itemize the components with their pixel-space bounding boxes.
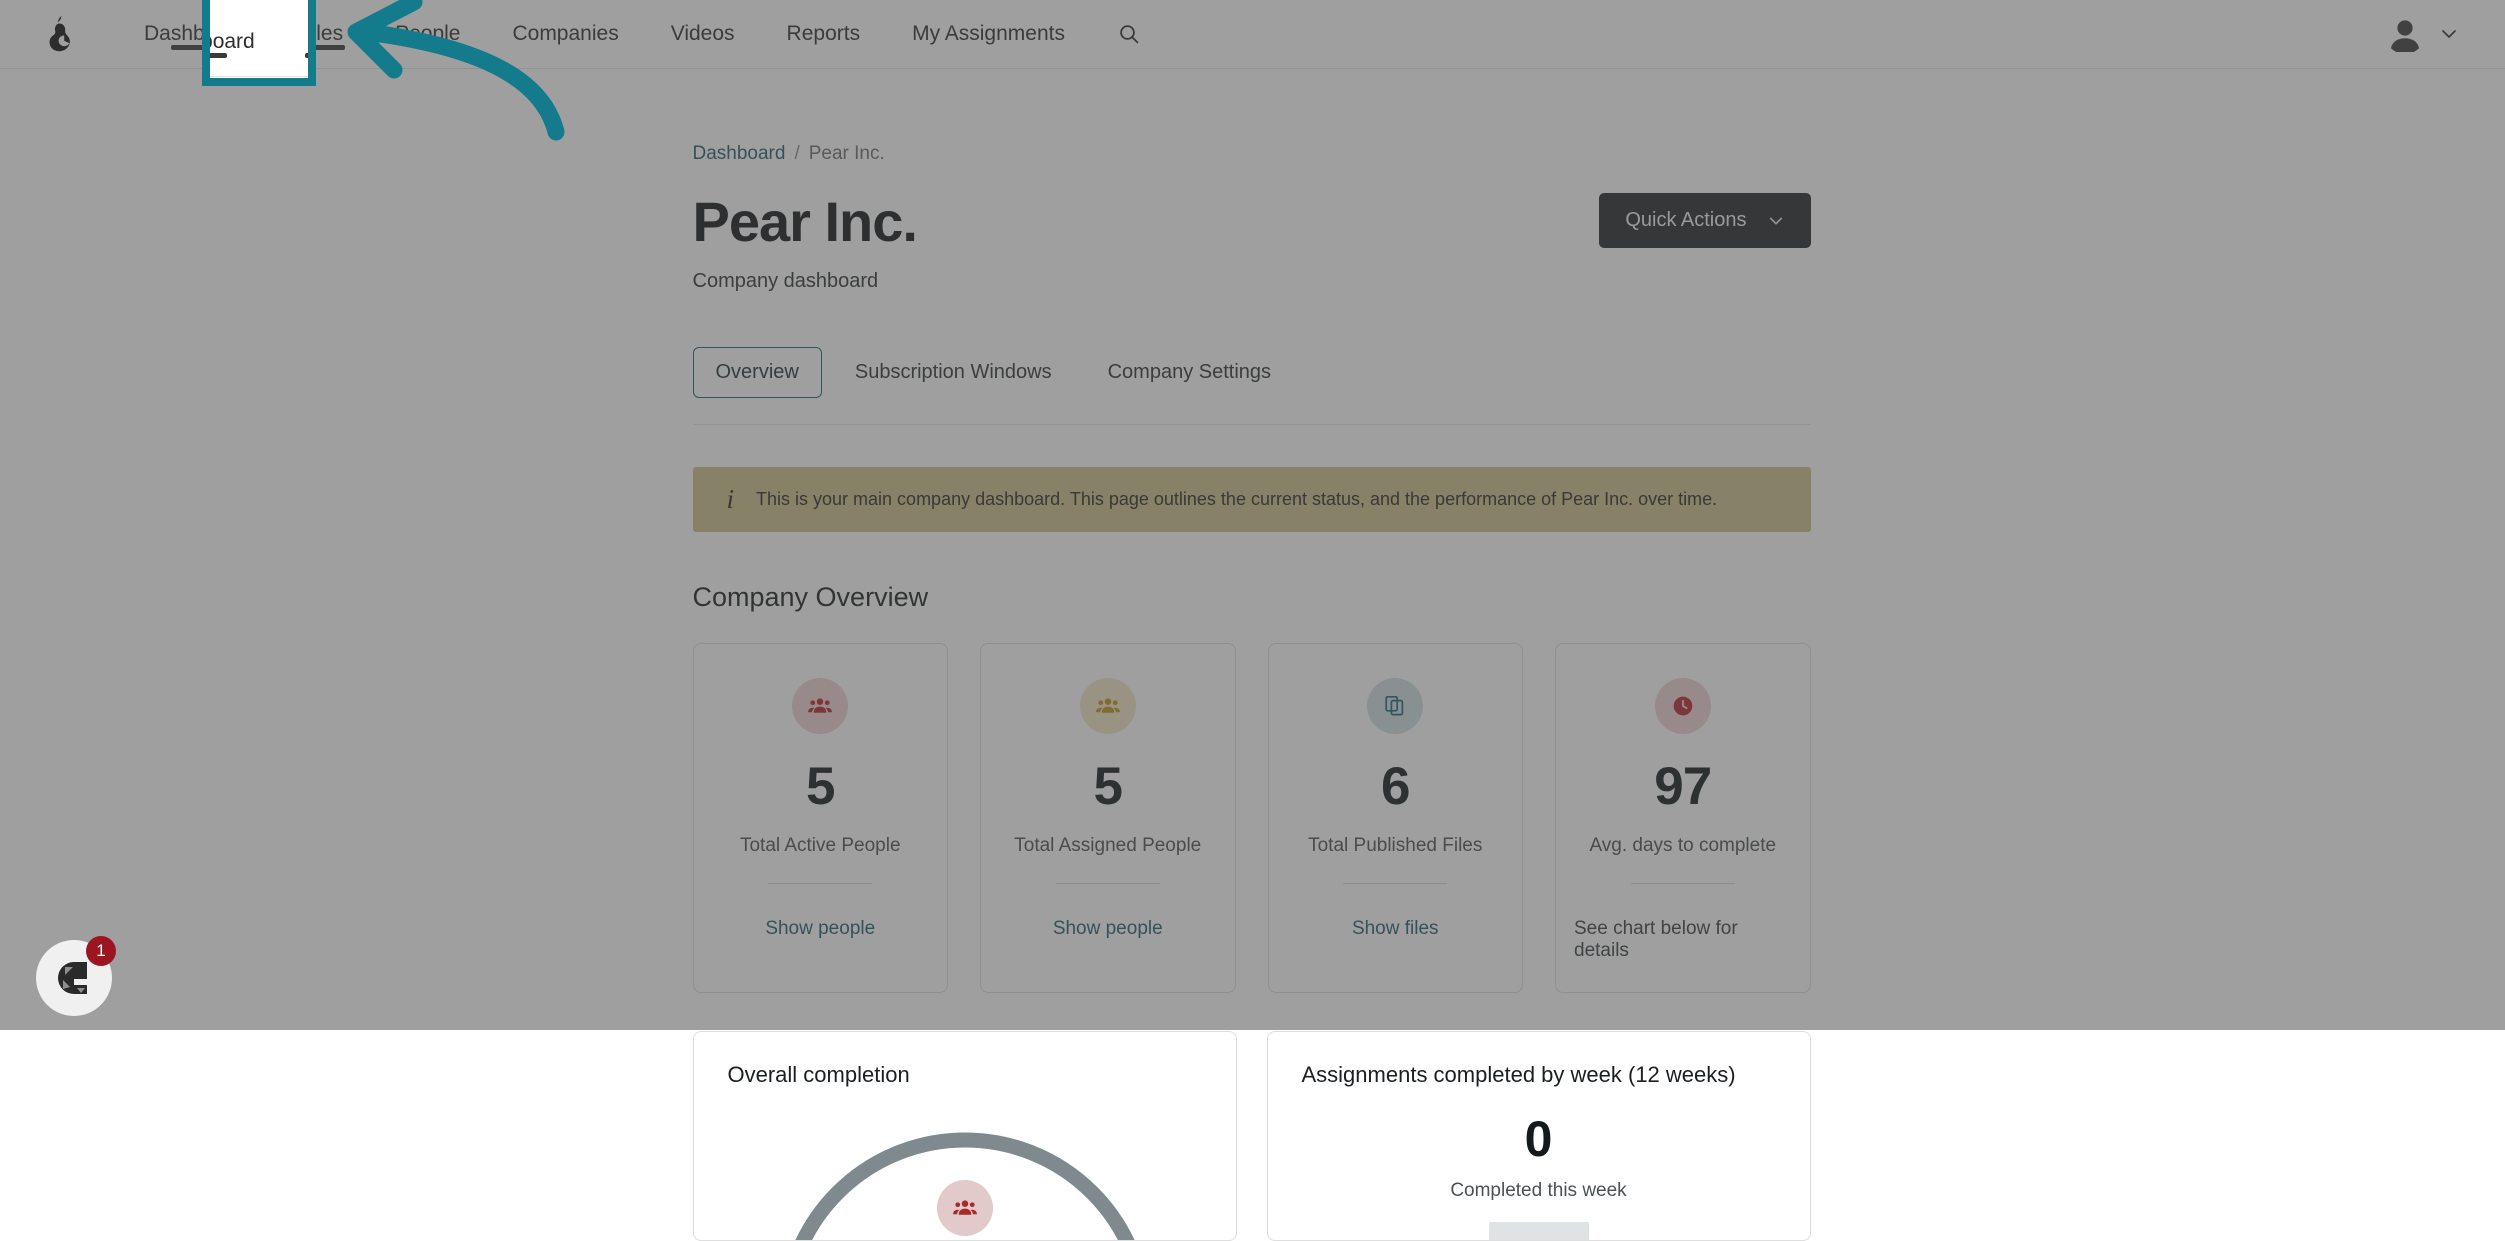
- search-button[interactable]: [1091, 0, 1167, 68]
- stat-card-total-active-people: 5 Total Active People Show people: [692, 642, 948, 993]
- nav-active-underline: [304, 53, 308, 58]
- nav-active-underline: [424, 45, 431, 50]
- clock-icon-glyph: [1673, 696, 1693, 716]
- overall-completion-gauge: [728, 1110, 1202, 1240]
- info-banner: i This is your main company dashboard. T…: [692, 466, 1811, 532]
- nav-item-label: Dashboard: [202, 30, 255, 53]
- nav-item-videos[interactable]: Videos: [645, 0, 761, 68]
- avatar[interactable]: [2385, 14, 2425, 54]
- stat-card-grid: 5 Total Active People Show people 5 Tota…: [692, 642, 1811, 993]
- page-header: Pear Inc. Company dashboard Quick Action…: [692, 190, 1811, 293]
- tab-bar: Overview Subscription Windows Company Se…: [692, 346, 1811, 398]
- stat-label: Avg. days to complete: [1589, 834, 1777, 856]
- breadcrumb: Dashboard / Pear Inc.: [693, 143, 1811, 165]
- spotlight-nav-copy: Dashboard Files: [202, 8, 308, 77]
- stat-value: 6: [1381, 756, 1411, 816]
- chat-launcher[interactable]: 1: [36, 936, 116, 1016]
- app-page: Dashboard Files People Companies Videos …: [0, 0, 2505, 1241]
- stat-label: Total Published Files: [1308, 834, 1483, 856]
- tab-label: Company Settings: [1107, 360, 1272, 383]
- nav-item-companies[interactable]: Companies: [486, 0, 644, 68]
- clock-icon: [1654, 677, 1711, 734]
- tab-bar-divider: [692, 423, 1811, 425]
- spotlight-nav-item-dashboard: Dashboard: [202, 8, 281, 76]
- chat-unread-badge: 1: [86, 936, 116, 966]
- spotlight-nav-items: Dashboard Files: [202, 8, 308, 76]
- stat-value: 5: [1093, 756, 1124, 816]
- stat-card-total-assigned-people: 5 Total Assigned People Show people: [980, 642, 1236, 993]
- breadcrumb-current: Pear Inc.: [808, 143, 885, 164]
- tab-overview[interactable]: Overview: [692, 346, 822, 398]
- nav-active-underline: [210, 53, 228, 58]
- info-banner-text: This is your main company dashboard. Thi…: [756, 488, 1718, 509]
- chart-panel-grid: Overall completion Assignments completed…: [692, 1030, 1811, 1241]
- section-title-company-overview: Company Overview: [692, 581, 929, 612]
- stat-value: 97: [1654, 756, 1712, 816]
- people-icon-glyph: [952, 1200, 977, 1215]
- stat-link-show-files[interactable]: Show files: [1352, 918, 1439, 940]
- nav-item-label: Videos: [670, 22, 735, 45]
- stat-value: 5: [806, 756, 836, 816]
- completed-this-week-stat: 0 Completed this week: [1302, 1110, 1776, 1240]
- tab-label: Subscription Windows: [854, 360, 1052, 383]
- stat-label: Total Active People: [739, 834, 901, 856]
- info-icon: i: [726, 483, 735, 514]
- nav-item-reports[interactable]: Reports: [761, 0, 887, 68]
- copy-files-icon: [1367, 677, 1424, 734]
- search-icon: [1120, 25, 1139, 44]
- nav-item-label: People: [395, 22, 461, 45]
- people-icon: [936, 1179, 993, 1236]
- logo-link[interactable]: [0, 0, 118, 68]
- page-title: Pear Inc.: [692, 190, 918, 253]
- tab-subscription-windows[interactable]: Subscription Windows: [832, 347, 1075, 398]
- user-avatar-icon: [2390, 20, 2420, 52]
- panel-title: Assignments completed by week (12 weeks): [1301, 1061, 1736, 1087]
- page-content: Dashboard / Pear Inc. Pear Inc. Company …: [692, 69, 1811, 1241]
- pear-logo-icon: [49, 16, 70, 52]
- chevron-down-icon[interactable]: [2439, 24, 2459, 44]
- stat-card-avg-days-to-complete: 97 Avg. days to complete See chart below…: [1555, 642, 1811, 993]
- nav-item-people[interactable]: People: [369, 0, 486, 68]
- breadcrumb-separator: /: [794, 143, 800, 164]
- stat-note-see-chart: See chart below for details: [1574, 917, 1738, 961]
- stat-divider: [1343, 882, 1448, 884]
- completed-this-week-value: 0: [1524, 1110, 1553, 1167]
- chevron-down-icon: [1769, 216, 1782, 225]
- page-subtitle: Company dashboard: [692, 269, 879, 292]
- account-area: [2385, 0, 2505, 68]
- coach-mark-highlight-files[interactable]: Dashboard Files: [202, 0, 316, 86]
- nav-item-label: Reports: [786, 22, 861, 45]
- spotlight-nav-item-files[interactable]: Files: [281, 8, 308, 76]
- stat-label: Total Assigned People: [1014, 834, 1202, 856]
- spotlight-content: Dashboard Files: [202, 8, 308, 77]
- panel-overall-completion: Overall completion: [692, 1030, 1237, 1241]
- people-icon: [1079, 677, 1136, 734]
- nav-item-label: Companies: [512, 22, 619, 45]
- quick-actions-button[interactable]: Quick Actions: [1599, 193, 1811, 248]
- tab-label: Overview: [715, 360, 799, 383]
- stat-link-show-people[interactable]: Show people: [765, 918, 875, 940]
- nav-item-my-assignments[interactable]: My Assignments: [886, 0, 1091, 68]
- people-icon-glyph: [1095, 698, 1120, 713]
- page-header-text: Pear Inc. Company dashboard: [692, 190, 918, 293]
- weekly-bar-chart: [1488, 1221, 1589, 1240]
- stat-divider: [768, 882, 873, 884]
- tab-company-settings[interactable]: Company Settings: [1085, 347, 1294, 398]
- people-icon-glyph: [808, 698, 833, 713]
- nav-item-label: My Assignments: [912, 22, 1065, 45]
- panel-assignments-by-week: Assignments completed by week (12 weeks)…: [1266, 1030, 1811, 1241]
- stat-link-show-people[interactable]: Show people: [1053, 918, 1163, 940]
- panel-title: Overall completion: [727, 1061, 910, 1087]
- stat-card-total-published-files: 6 Total Published Files Show files: [1267, 642, 1523, 993]
- nav-item-label: Files: [307, 30, 308, 54]
- stat-divider: [1055, 882, 1160, 884]
- top-navigation-bar: Dashboard Files People Companies Videos …: [0, 0, 2505, 69]
- quick-actions-label: Quick Actions: [1625, 209, 1747, 231]
- copy-files-icon-glyph: [1385, 695, 1404, 716]
- completed-this-week-label: Completed this week: [1450, 1179, 1627, 1201]
- breadcrumb-link-dashboard[interactable]: Dashboard: [693, 143, 786, 165]
- stat-divider: [1630, 882, 1735, 884]
- people-icon: [792, 677, 849, 734]
